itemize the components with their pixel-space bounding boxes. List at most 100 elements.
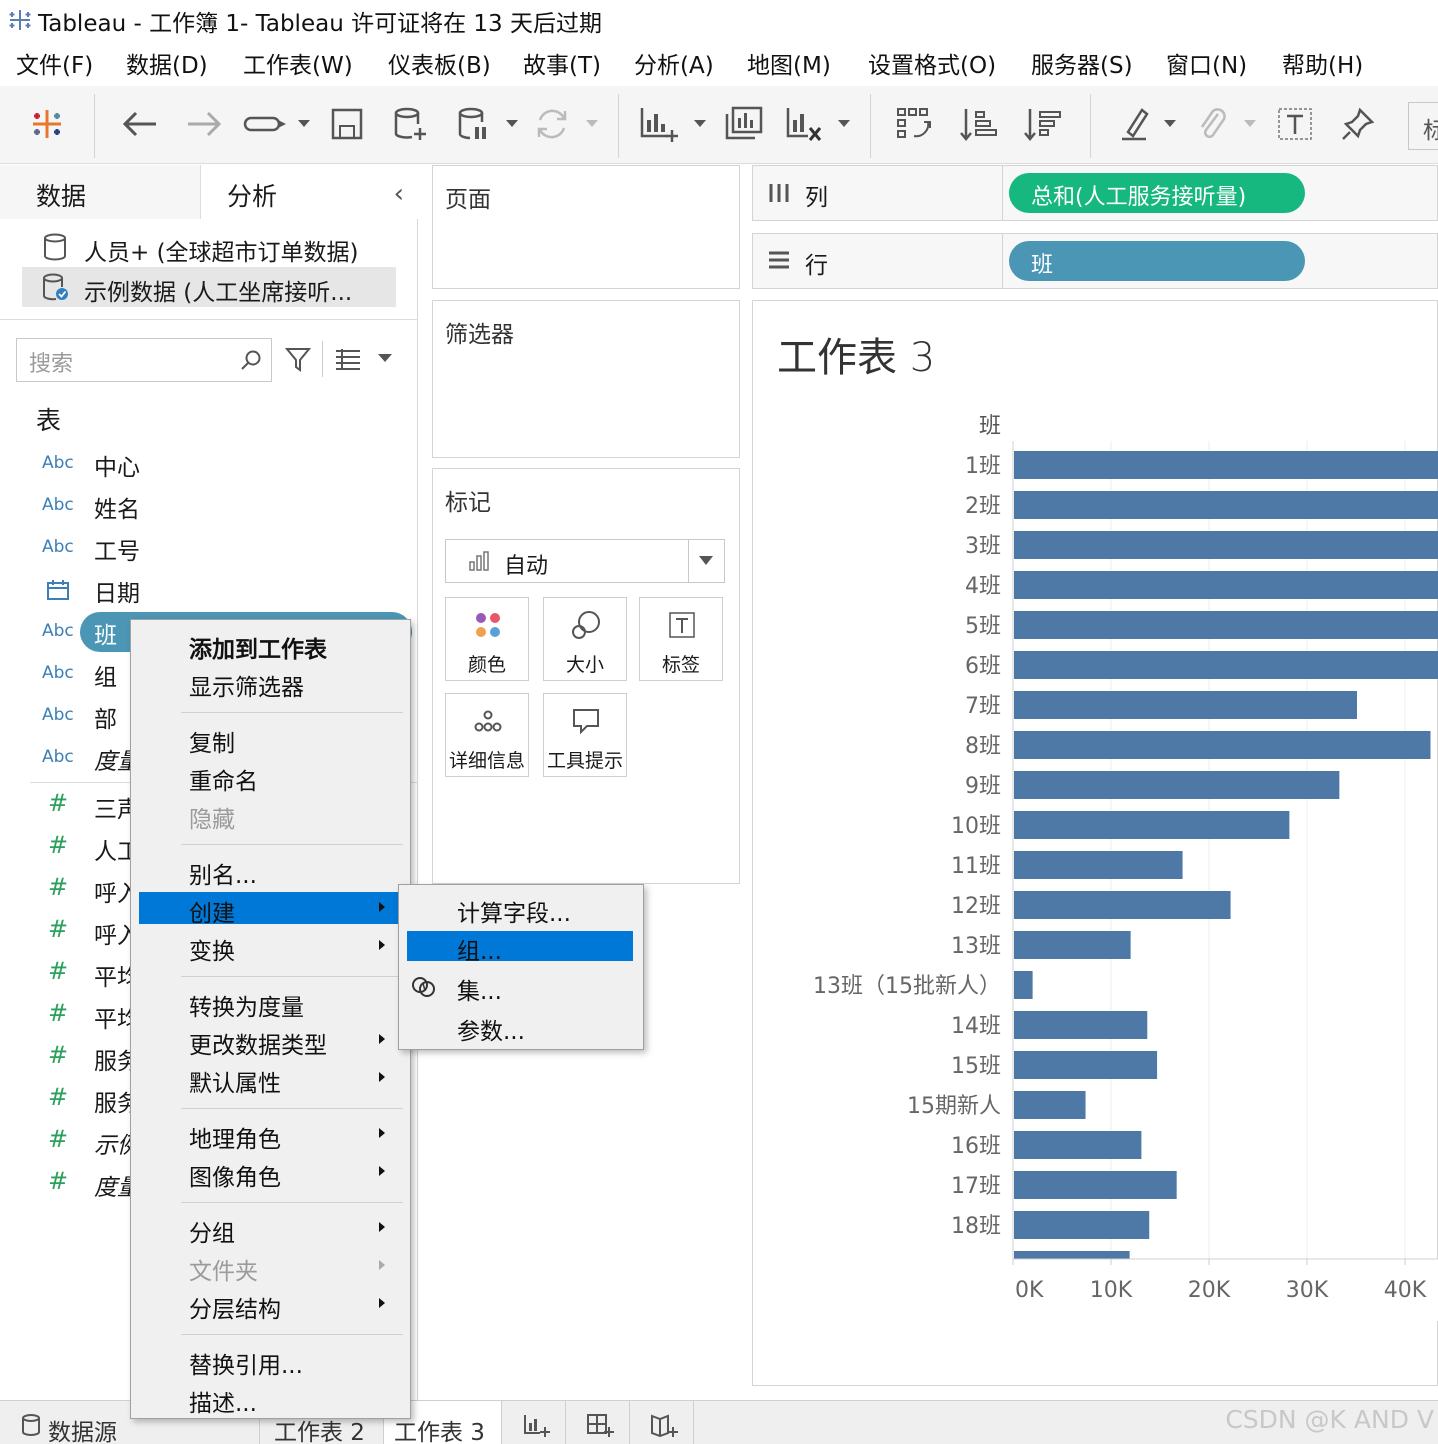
chevron-down-icon[interactable] [688,540,724,582]
field-item[interactable]: Abc 姓名 [0,485,418,527]
bar[interactable] [1014,491,1438,519]
datasource-item-active[interactable]: 示例数据 (人工坐席接听... [22,267,396,307]
context-menu-item[interactable]: 分层结构 [139,1288,403,1323]
field-item[interactable]: Abc 中心 [0,443,418,485]
menu-server[interactable]: 服务器(S) [1031,46,1133,80]
mark-type-dropdown[interactable]: 自动 [445,539,725,583]
menu-worksheet[interactable]: 工作表(W) [243,46,353,80]
context-menu-item[interactable]: 重命名 [139,760,403,795]
new-story-tab[interactable] [630,1401,694,1444]
tab-data[interactable]: 数据 [0,165,200,219]
context-menu-item[interactable]: 分组 [139,1212,403,1247]
menu-item-group[interactable]: 组... [407,931,633,965]
pause-updates-icon[interactable] [456,106,490,142]
field-item[interactable]: 日期 [0,569,418,611]
new-dashboard-tab[interactable] [566,1401,630,1444]
context-menu-item[interactable]: 描述... [139,1382,403,1417]
bar[interactable] [1014,531,1438,559]
bar[interactable] [1014,611,1438,639]
columns-shelf[interactable]: 列 总和(人工服务接听量) [752,165,1438,221]
highlight-icon[interactable] [1118,106,1152,142]
context-menu-item[interactable]: 添加到工作表 [139,628,403,663]
menu-analysis[interactable]: 分析(A) [634,46,714,80]
pages-card[interactable]: 页面 [432,165,740,289]
menu-item-set[interactable]: 集... [407,971,633,1005]
context-menu-item[interactable]: 转换为度量 [139,986,403,1021]
rows-shelf[interactable]: 行 班 [752,233,1438,289]
detail-button[interactable]: 详细信息 [445,693,529,777]
bar[interactable] [1014,651,1438,679]
swap-flow-icon[interactable] [242,106,288,142]
bar[interactable] [1014,1171,1177,1199]
context-menu-item[interactable]: 替换引用... [139,1344,403,1379]
tab-analysis[interactable]: 分析 ‹ [200,165,418,219]
list-view-icon[interactable] [334,347,362,371]
menu-dashboard[interactable]: 仪表板(B) [388,46,491,80]
bar[interactable] [1014,771,1340,799]
toolbar-cut-button[interactable]: 标 [1408,102,1438,150]
menu-map[interactable]: 地图(M) [747,46,831,80]
filter-icon[interactable] [284,345,312,373]
text-label-icon[interactable] [1276,106,1314,142]
pin-icon[interactable] [1340,106,1376,142]
menu-format[interactable]: 设置格式(O) [868,46,996,80]
context-menu-item[interactable]: 默认属性 [139,1062,403,1097]
menu-item-calculated-field[interactable]: 计算字段... [407,893,633,927]
sort-ascending-icon[interactable] [958,106,1000,142]
search-icon[interactable] [239,348,263,372]
rows-pill[interactable]: 班 [1009,241,1305,281]
menu-data[interactable]: 数据(D) [126,46,208,80]
bar[interactable] [1014,811,1290,839]
filters-card[interactable]: 筛选器 [432,300,740,458]
datasource-item[interactable]: 人员+ (全球超市订单数据) [22,227,396,267]
bar[interactable] [1014,1211,1150,1239]
bar[interactable] [1014,731,1431,759]
menu-window[interactable]: 窗口(N) [1166,46,1247,80]
context-menu-item[interactable]: 更改数据类型 [139,1024,403,1059]
tableau-logo-icon[interactable] [28,106,66,142]
undo-icon[interactable] [120,106,160,142]
context-menu-item[interactable]: 复制 [139,722,403,757]
bar[interactable] [1014,1091,1086,1119]
bar[interactable] [1014,451,1438,479]
label-button[interactable]: 标签 [639,597,723,681]
search-input[interactable]: 搜索 [16,338,272,382]
redo-icon[interactable] [184,106,224,142]
context-menu-item[interactable]: 创建 [139,892,403,927]
bar[interactable] [1014,1011,1148,1039]
new-worksheet-tab[interactable] [502,1401,566,1444]
context-menu-item[interactable]: 别名... [139,854,403,889]
menu-item-parameter[interactable]: 参数... [407,1011,633,1045]
bar[interactable] [1014,691,1357,719]
refresh-icon[interactable] [534,106,570,142]
bar[interactable] [1014,971,1033,999]
context-menu-item[interactable]: 变换 [139,930,403,965]
menu-help[interactable]: 帮助(H) [1282,46,1363,80]
bar-chart[interactable]: 班 1班 2班 3班 4班 5班 6班 7班 8班 9班 10班 11班 12班 13班 13班（15批新人… [753,401,1438,1321]
menu-story[interactable]: 故事(T) [523,46,601,80]
context-menu-item[interactable]: 显示筛选器 [139,666,403,701]
chevron-down-icon[interactable] [378,354,392,362]
save-icon[interactable] [330,106,364,142]
color-button[interactable]: 颜色 [445,597,529,681]
size-button[interactable]: 大小 [543,597,627,681]
new-datasource-icon[interactable] [392,106,428,142]
menu-file[interactable]: 文件(F) [16,46,93,80]
clear-sheet-icon[interactable] [784,106,824,142]
context-menu-item[interactable]: 地理角色 [139,1118,403,1153]
field-item[interactable]: Abc 工号 [0,527,418,569]
bar[interactable] [1014,571,1438,599]
tooltip-button[interactable]: 工具提示 [543,693,627,777]
bar[interactable] [1014,891,1231,919]
context-menu-item[interactable]: 图像角色 [139,1156,403,1191]
paperclip-icon[interactable] [1196,106,1230,142]
columns-pill[interactable]: 总和(人工服务接听量) [1009,173,1305,213]
sort-descending-icon[interactable] [1022,106,1064,142]
bar[interactable] [1014,851,1183,879]
bar[interactable] [1014,931,1131,959]
bar[interactable] [1014,1051,1158,1079]
new-worksheet-icon[interactable] [638,106,680,142]
duplicate-sheet-icon[interactable] [724,106,764,142]
collapse-icon[interactable]: ‹ [394,179,404,209]
swap-rows-columns-icon[interactable] [894,106,936,142]
